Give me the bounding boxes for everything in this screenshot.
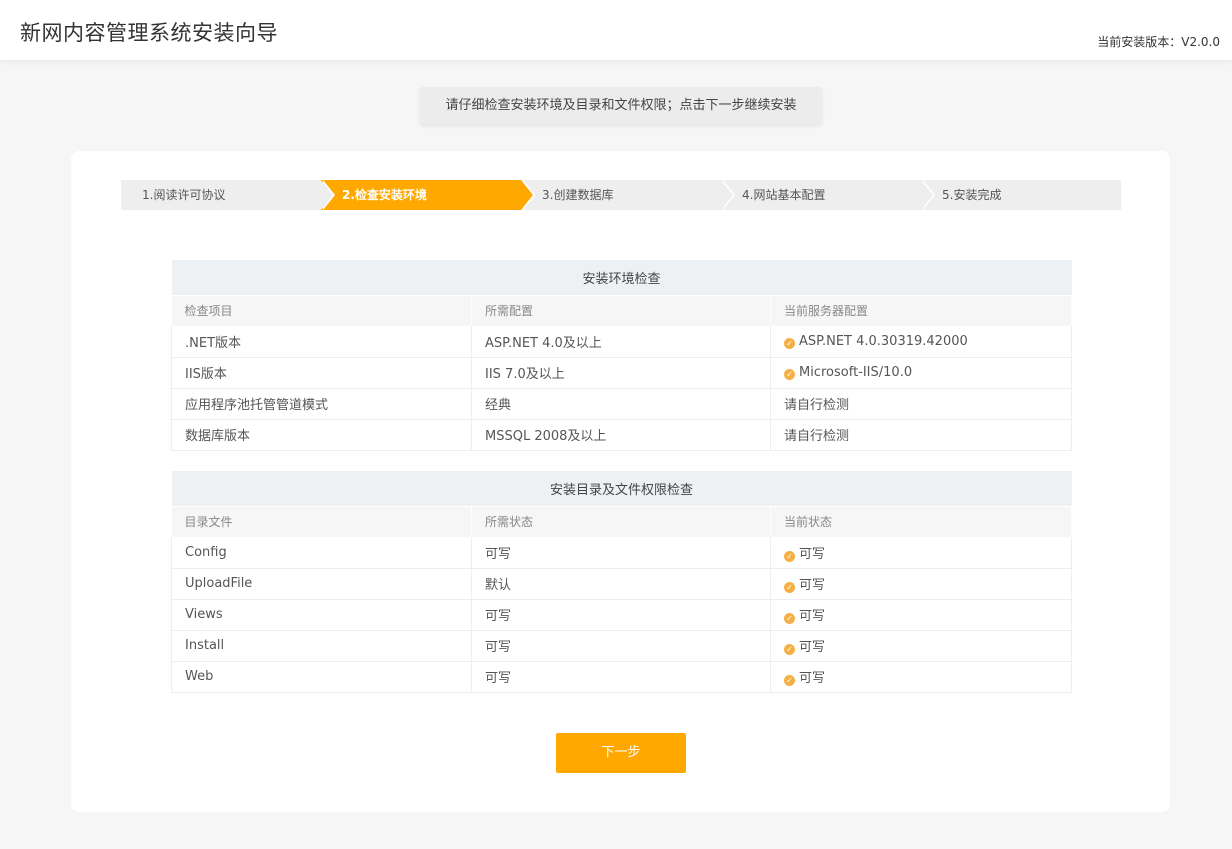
column-header: 目录文件 (171, 506, 472, 537)
notice-banner: 请仔细检查安装环境及目录和文件权限；点击下一步继续安装 (420, 87, 822, 124)
step-5: 5.安装完成 (921, 180, 1121, 210)
current-status: ✓ 可写 (770, 661, 1072, 693)
env-check-caption: 安装环境检查 (171, 260, 1072, 296)
check-circle-icon: ✓ (784, 613, 795, 624)
current-config: 请自行检测 (770, 388, 1073, 420)
required-status: 可写 (471, 630, 771, 662)
step-label: 5.安装完成 (942, 188, 1002, 202)
check-circle-icon: ✓ (784, 582, 795, 593)
check-item: 数据库版本 (171, 419, 472, 451)
check-circle-icon: ✓ (784, 550, 795, 562)
current-status: ✓ 可写 (770, 537, 1072, 569)
step-label: 1.阅读许可协议 (142, 188, 226, 202)
table-row: UploadFile 默认 ✓ 可写 (171, 568, 1072, 600)
dir-check-table: 安装目录及文件权限检查 目录文件 所需状态 当前状态 Config 可写 ✓ 可写… (171, 471, 1072, 693)
check-circle-icon: ✓ (784, 675, 795, 686)
check-item: IIS版本 (171, 357, 472, 389)
dir-check-caption: 安装目录及文件权限检查 (171, 471, 1072, 507)
step-2: 2.检查安装环境 (321, 180, 535, 210)
table-row: Views 可写 ✓ 可写 (171, 599, 1072, 631)
dir-item: Web (171, 661, 472, 693)
current-config: 请自行检测 (770, 419, 1073, 451)
required-status: 可写 (471, 599, 771, 631)
column-header: 当前状态 (770, 506, 1072, 537)
table-row: Install 可写 ✓ 可写 (171, 630, 1072, 662)
check-circle-icon: ✓ (784, 369, 795, 380)
version-label: 当前安装版本：V2.0.0 (1097, 35, 1220, 49)
required-status: 可写 (471, 661, 771, 693)
required-status: 可写 (471, 537, 771, 569)
current-config: ✓ ASP.NET 4.0.30319.42000 (770, 326, 1073, 358)
required-config: IIS 7.0及以上 (471, 357, 771, 389)
required-status: 默认 (471, 568, 771, 600)
dir-item: Config (171, 537, 472, 569)
table-row: Web 可写 ✓ 可写 (171, 661, 1072, 693)
dir-item: Views (171, 599, 472, 631)
step-4: 4.网站基本配置 (721, 180, 935, 210)
install-card: 1.阅读许可协议 2.检查安装环境 3.创建数据库 4.网站基本配置 5.安装完… (71, 151, 1170, 812)
header: 新网内容管理系统安装向导 当前安装版本：V2.0.0 (0, 0, 1232, 60)
column-header: 所需状态 (471, 506, 771, 537)
table-row: 数据库版本 MSSQL 2008及以上 请自行检测 (171, 419, 1073, 451)
required-config: MSSQL 2008及以上 (471, 419, 771, 451)
dir-item: Install (171, 630, 472, 662)
step-1: 1.阅读许可协议 (121, 180, 335, 210)
next-button[interactable]: 下一步 (556, 733, 686, 773)
env-check-table: 安装环境检查 检查项目 所需配置 当前服务器配置 .NET版本 ASP.NET … (171, 260, 1073, 451)
table-row: IIS版本 IIS 7.0及以上 ✓ Microsoft-IIS/10.0 (171, 357, 1073, 389)
current-status: ✓ 可写 (770, 630, 1072, 662)
check-item: .NET版本 (171, 326, 472, 358)
column-header: 当前服务器配置 (770, 295, 1073, 326)
required-config: 经典 (471, 388, 771, 420)
step-label: 3.创建数据库 (542, 188, 614, 202)
table-row: Config 可写 ✓ 可写 (171, 537, 1072, 569)
step-indicator: 1.阅读许可协议 2.检查安装环境 3.创建数据库 4.网站基本配置 5.安装完… (121, 180, 1121, 210)
step-label: 2.检查安装环境 (342, 188, 427, 202)
step-3: 3.创建数据库 (521, 180, 735, 210)
current-status: ✓ 可写 (770, 568, 1072, 600)
table-row: .NET版本 ASP.NET 4.0及以上 ✓ ASP.NET 4.0.30319… (171, 326, 1073, 358)
required-config: ASP.NET 4.0及以上 (471, 326, 771, 358)
step-label: 4.网站基本配置 (742, 188, 826, 202)
table-row: 应用程序池托管管道模式 经典 请自行检测 (171, 388, 1073, 420)
check-circle-icon: ✓ (784, 644, 795, 655)
current-config: ✓ Microsoft-IIS/10.0 (770, 357, 1073, 389)
page-title: 新网内容管理系统安装向导 (20, 21, 278, 45)
column-header: 检查项目 (171, 295, 472, 326)
dir-item: UploadFile (171, 568, 472, 600)
check-circle-icon: ✓ (784, 337, 795, 349)
current-status: ✓ 可写 (770, 599, 1072, 631)
column-header: 所需配置 (471, 295, 771, 326)
check-item: 应用程序池托管管道模式 (171, 388, 472, 420)
